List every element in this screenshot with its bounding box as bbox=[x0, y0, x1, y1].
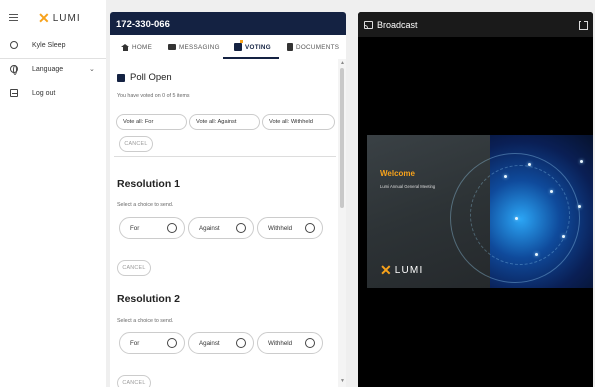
fullscreen-icon[interactable] bbox=[579, 20, 588, 30]
chevron-down-icon: ⌄ bbox=[89, 66, 95, 73]
resolution-instruction: Select a choice to send. bbox=[117, 202, 174, 208]
slide-logo-text: LUMI bbox=[394, 264, 424, 276]
resolution-instruction: Select a choice to send. bbox=[117, 318, 174, 324]
voting-icon bbox=[234, 40, 243, 51]
choice-label: Against bbox=[199, 224, 220, 232]
choice-against[interactable]: Against bbox=[188, 332, 254, 354]
resolution-title: Resolution 1 bbox=[117, 178, 181, 190]
tab-messaging-label: MESSAGING bbox=[179, 43, 220, 51]
radio-icon[interactable] bbox=[305, 223, 315, 233]
tab-home-label: HOME bbox=[132, 43, 153, 51]
tab-documents-label: DOCUMENTS bbox=[296, 43, 340, 51]
vote-all-against-button[interactable]: Vote all: Against bbox=[189, 114, 260, 130]
broadcast-header: Broadcast bbox=[358, 12, 593, 37]
choice-against[interactable]: Against bbox=[188, 217, 254, 239]
tab-messaging[interactable]: MESSAGING bbox=[168, 35, 220, 59]
home-icon bbox=[121, 43, 129, 51]
globe-graphic-inner bbox=[470, 165, 570, 265]
poll-title: Poll Open bbox=[117, 72, 172, 83]
network-node bbox=[578, 205, 581, 208]
vote-all-for-button[interactable]: Vote all: For bbox=[116, 114, 187, 130]
resolution-title: Resolution 2 bbox=[117, 293, 181, 305]
choice-label: Withheld bbox=[268, 224, 293, 232]
scroll-down-icon[interactable]: ▼ bbox=[340, 378, 345, 384]
sidebar-item-language[interactable]: Language ⌄ bbox=[0, 57, 106, 81]
cancel-button[interactable]: CANCEL bbox=[117, 375, 151, 387]
slide-heading: Welcome bbox=[380, 169, 415, 178]
choice-label: Withheld bbox=[268, 339, 293, 347]
radio-icon[interactable] bbox=[167, 223, 177, 233]
radio-icon[interactable] bbox=[305, 338, 315, 348]
broadcast-panel: Broadcast Welcome Lumi Annual General Me… bbox=[358, 12, 593, 387]
lumi-logo-text: LUMI bbox=[52, 12, 81, 24]
messaging-icon bbox=[168, 44, 176, 50]
slide-subheading: Lumi Annual General Meeting bbox=[380, 184, 436, 189]
sidebar-item-logout[interactable]: Log out bbox=[0, 81, 106, 105]
choice-withheld[interactable]: Withheld bbox=[257, 332, 323, 354]
tab-voting[interactable]: VOTING bbox=[234, 35, 271, 59]
cancel-button[interactable]: CANCEL bbox=[117, 260, 151, 276]
radio-icon[interactable] bbox=[236, 223, 246, 233]
meeting-id-header: 172-330-066 bbox=[110, 12, 346, 35]
choice-label: For bbox=[130, 339, 140, 347]
user-name: Kyle Sleep bbox=[32, 41, 66, 49]
sidebar: ✕ LUMI Kyle Sleep Language ⌄ Log out bbox=[0, 0, 106, 387]
choice-for[interactable]: For bbox=[119, 332, 185, 354]
sidebar-item-user[interactable]: Kyle Sleep bbox=[0, 33, 106, 57]
vote-all-withheld-button[interactable]: Vote all: Withheld bbox=[262, 114, 335, 130]
tab-documents[interactable]: DOCUMENTS bbox=[287, 35, 339, 59]
cast-icon bbox=[364, 21, 373, 29]
lumi-logo-mark: ✕ bbox=[38, 10, 50, 26]
broadcast-title: Broadcast bbox=[377, 20, 418, 30]
network-node bbox=[528, 163, 531, 166]
menu-icon[interactable] bbox=[9, 14, 18, 21]
slide-network-graphic bbox=[450, 135, 593, 288]
voted-status: You have voted on 0 of 5 items bbox=[117, 93, 190, 99]
active-tab-indicator bbox=[223, 57, 279, 59]
network-node bbox=[562, 235, 565, 238]
network-node bbox=[515, 217, 518, 220]
network-node bbox=[550, 190, 553, 193]
language-label: Language bbox=[32, 65, 64, 73]
network-node bbox=[504, 175, 507, 178]
section-divider bbox=[114, 156, 336, 157]
tab-bar: HOME MESSAGING VOTING DOCUMENTS bbox=[110, 35, 346, 59]
poll-title-text: Poll Open bbox=[130, 72, 172, 83]
choice-label: For bbox=[130, 224, 140, 232]
scroll-up-icon[interactable]: ▲ bbox=[340, 60, 345, 66]
scrollbar-thumb[interactable] bbox=[340, 68, 344, 208]
radio-icon[interactable] bbox=[167, 338, 177, 348]
documents-icon bbox=[287, 43, 293, 51]
poll-icon bbox=[117, 73, 125, 82]
logout-icon bbox=[9, 89, 18, 98]
choice-label: Against bbox=[199, 339, 220, 347]
sidebar-header: ✕ LUMI bbox=[0, 0, 106, 36]
user-icon bbox=[9, 41, 18, 50]
network-node bbox=[535, 253, 538, 256]
tab-home[interactable]: HOME bbox=[121, 35, 152, 59]
tab-voting-label: VOTING bbox=[245, 43, 271, 51]
video-player[interactable]: Welcome Lumi Annual General Meeting ✕ LU… bbox=[367, 135, 593, 288]
network-node bbox=[580, 160, 583, 163]
cancel-all-button[interactable]: CANCEL bbox=[119, 136, 153, 152]
lumi-logo: ✕ LUMI bbox=[38, 11, 81, 25]
logout-label: Log out bbox=[32, 89, 56, 97]
slide-logo-mark: ✕ bbox=[380, 262, 392, 278]
slide-lumi-logo: ✕ LUMI bbox=[380, 263, 423, 277]
globe-icon bbox=[9, 65, 18, 75]
voting-panel: 172-330-066 HOME MESSAGING VOTING DOCUME… bbox=[110, 12, 346, 387]
choice-withheld[interactable]: Withheld bbox=[257, 217, 323, 239]
choice-for[interactable]: For bbox=[119, 217, 185, 239]
radio-icon[interactable] bbox=[236, 338, 246, 348]
